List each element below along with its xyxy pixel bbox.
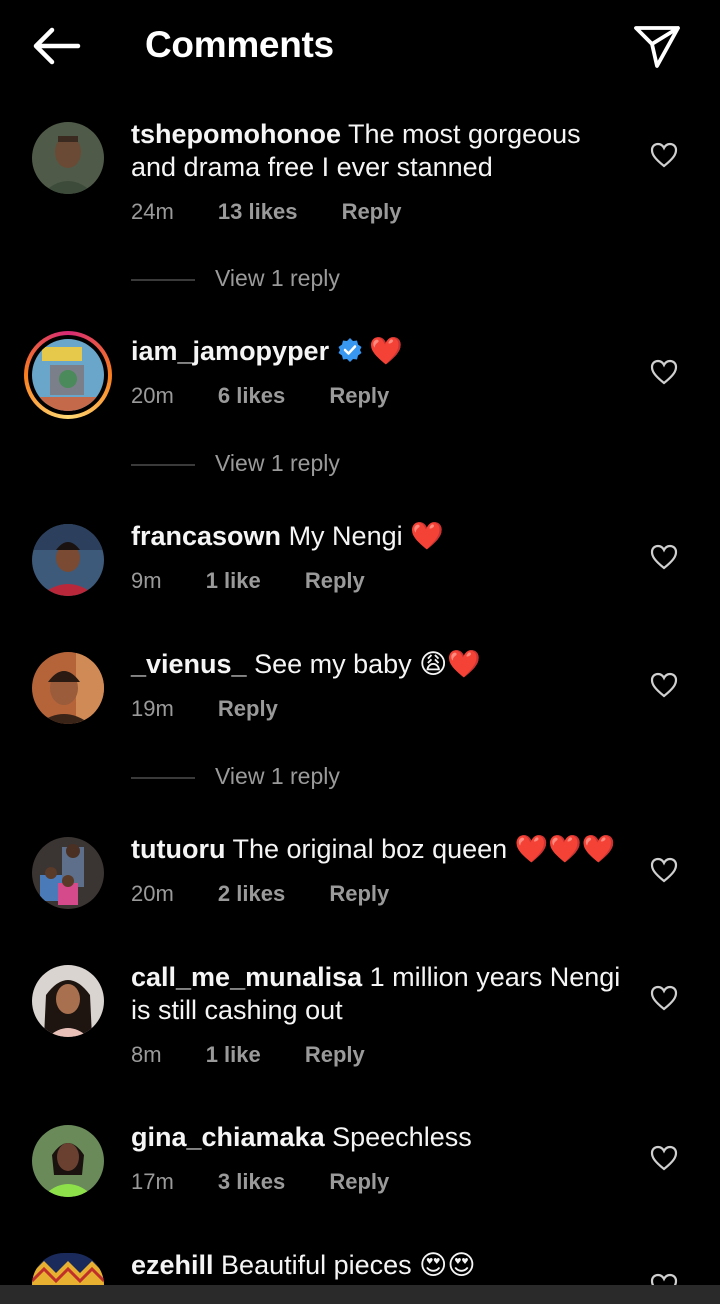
comment-body: The original boz queen ❤️❤️❤️ bbox=[232, 834, 616, 864]
comment-text: gina_chiamaka Speechless bbox=[131, 1121, 631, 1154]
replies-line bbox=[131, 464, 195, 466]
comment-username[interactable]: tshepomohonoe bbox=[131, 119, 341, 149]
likes-count[interactable]: 13 likes bbox=[218, 199, 298, 225]
comment-text: francasown My Nengi ❤️ bbox=[131, 520, 631, 553]
heart-outline-icon[interactable] bbox=[650, 359, 678, 385]
comment-meta: 19m Reply bbox=[131, 696, 278, 722]
heart-outline-icon[interactable] bbox=[650, 672, 678, 698]
replies-line bbox=[131, 279, 195, 281]
bottom-input-bar[interactable] bbox=[0, 1285, 720, 1304]
heart-outline-icon[interactable] bbox=[650, 985, 678, 1011]
comment-text: _vienus_ See my baby 😩❤️ bbox=[131, 648, 631, 681]
comment-meta: 17m 3 likes Reply bbox=[131, 1169, 389, 1195]
view-replies-label: View 1 reply bbox=[215, 763, 340, 789]
avatar-story-ring[interactable] bbox=[24, 331, 112, 419]
comment-text: ezehill Beautiful pieces 😍😍 bbox=[131, 1249, 631, 1282]
send-paper-plane-icon[interactable] bbox=[632, 24, 682, 70]
page-title: Comments bbox=[145, 24, 334, 65]
avatar[interactable] bbox=[32, 965, 104, 1037]
avatar[interactable] bbox=[32, 837, 104, 909]
reply-button[interactable]: Reply bbox=[329, 383, 389, 409]
comment-username[interactable]: francasown bbox=[131, 521, 281, 551]
likes-count[interactable]: 6 likes bbox=[218, 383, 285, 409]
view-replies-label: View 1 reply bbox=[215, 265, 340, 291]
avatar[interactable] bbox=[32, 652, 104, 724]
heart-outline-icon[interactable] bbox=[650, 857, 678, 883]
heart-outline-icon[interactable] bbox=[650, 1145, 678, 1171]
comment-body: Speechless bbox=[332, 1122, 472, 1152]
reply-button[interactable]: Reply bbox=[342, 199, 402, 225]
reply-button[interactable]: Reply bbox=[305, 1042, 365, 1068]
comment-text: tutuoru The original boz queen ❤️❤️❤️ bbox=[131, 833, 631, 866]
top-bar: Comments bbox=[0, 0, 720, 95]
comment-time: 8m bbox=[131, 1042, 162, 1067]
replies-line bbox=[131, 777, 195, 779]
likes-count[interactable]: 3 likes bbox=[218, 1169, 285, 1195]
comment-body: Beautiful pieces 😍😍 bbox=[221, 1250, 476, 1280]
comment-meta: 20m 2 likes Reply bbox=[131, 881, 389, 907]
comment-meta: 9m 1 like Reply bbox=[131, 568, 365, 594]
reply-button[interactable]: Reply bbox=[218, 696, 278, 722]
comment-username[interactable]: gina_chiamaka bbox=[131, 1122, 325, 1152]
comment-body: ❤️ bbox=[369, 336, 403, 367]
comment-username[interactable]: ezehill bbox=[131, 1250, 214, 1280]
verified-badge-icon bbox=[338, 338, 362, 362]
likes-count[interactable]: 1 like bbox=[206, 568, 261, 594]
comment-time: 9m bbox=[131, 568, 162, 593]
comment-time: 20m bbox=[131, 881, 174, 906]
likes-count[interactable]: 1 like bbox=[206, 1042, 261, 1068]
comment-time: 19m bbox=[131, 696, 174, 721]
avatar[interactable] bbox=[32, 1253, 104, 1285]
heart-outline-icon[interactable] bbox=[650, 142, 678, 168]
comment-text: call_me_munalisa 1 million years Nengi i… bbox=[131, 961, 631, 1027]
comment-text: iam_jamopyper ❤️ bbox=[131, 335, 631, 368]
comment-body: See my baby 😩❤️ bbox=[254, 649, 481, 679]
comment-meta: 8m 1 like Reply bbox=[131, 1042, 365, 1068]
comment-text: tshepomohonoe The most gorgeous and dram… bbox=[131, 118, 631, 184]
view-replies-label: View 1 reply bbox=[215, 450, 340, 476]
comment-meta: 20m 6 likes Reply bbox=[131, 383, 389, 409]
comment-username[interactable]: iam_jamopyper bbox=[131, 336, 329, 366]
avatar[interactable] bbox=[32, 524, 104, 596]
heart-outline-icon[interactable] bbox=[650, 544, 678, 570]
likes-count[interactable]: 2 likes bbox=[218, 881, 285, 907]
comment-time: 17m bbox=[131, 1169, 174, 1194]
reply-button[interactable]: Reply bbox=[305, 568, 365, 594]
arrow-left-icon[interactable] bbox=[30, 26, 82, 66]
comment-username[interactable]: call_me_munalisa bbox=[131, 962, 362, 992]
comment-meta: 24m 13 likes Reply bbox=[131, 199, 401, 225]
view-replies-button[interactable]: View 1 reply bbox=[131, 265, 431, 295]
view-replies-button[interactable]: View 1 reply bbox=[131, 763, 431, 793]
comment-time: 20m bbox=[131, 383, 174, 408]
comment-username[interactable]: tutuoru bbox=[131, 834, 225, 864]
avatar[interactable] bbox=[32, 1125, 104, 1197]
comment-username[interactable]: _vienus_ bbox=[131, 649, 247, 679]
comment-time: 24m bbox=[131, 199, 174, 224]
view-replies-button[interactable]: View 1 reply bbox=[131, 450, 431, 480]
comment-body: My Nengi ❤️ bbox=[288, 521, 444, 551]
avatar[interactable] bbox=[32, 122, 104, 194]
reply-button[interactable]: Reply bbox=[329, 881, 389, 907]
reply-button[interactable]: Reply bbox=[329, 1169, 389, 1195]
